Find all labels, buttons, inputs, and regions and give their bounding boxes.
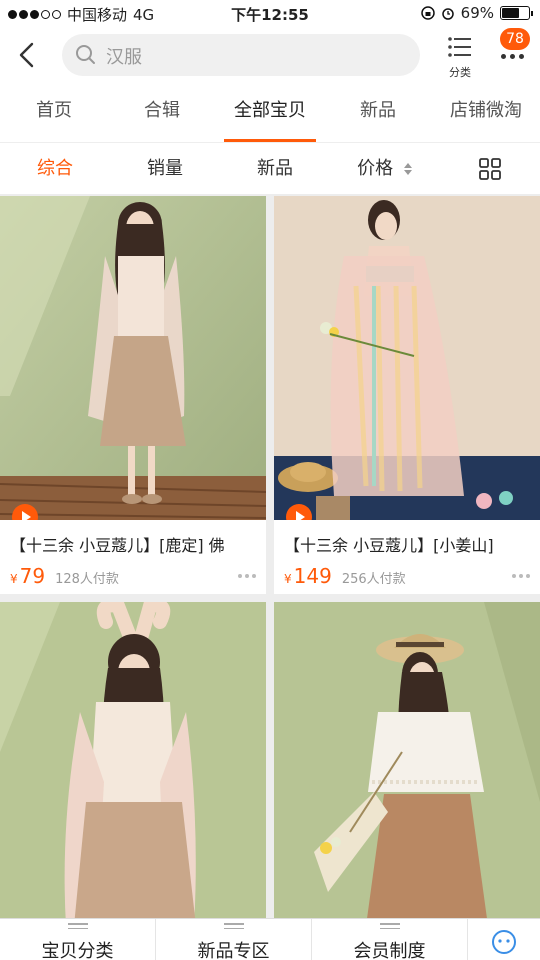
orientation-lock-icon (420, 6, 435, 20)
currency-symbol: ¥ (10, 572, 18, 586)
category-label: 分类 (449, 66, 471, 79)
search-placeholder: 汉服 (106, 47, 142, 68)
product-photo[interactable] (274, 196, 540, 520)
search-input[interactable]: 汉服 (62, 34, 420, 76)
payment-count: 128人付款 (55, 572, 119, 587)
product-card[interactable]: 【十三余 小豆蔻儿】[小姜山] ¥ 149 256人付款 (274, 196, 540, 594)
product-photo[interactable] (0, 196, 266, 520)
menu-handle-icon (68, 923, 88, 932)
menu-handle-icon (380, 923, 400, 932)
battery-icon (500, 6, 533, 20)
tab-all-items[interactable]: 全部宝贝 (216, 84, 324, 142)
membership-button[interactable]: 会员制度 (312, 919, 468, 960)
item-categories-button[interactable]: 宝贝分类 (0, 919, 156, 960)
new-arrivals-button[interactable]: 新品专区 (156, 919, 312, 960)
sort-newest[interactable]: 新品 (220, 143, 330, 194)
product-card[interactable]: 【十三余 小豆蔻儿】[鹿定] 佛 ¥ 79 128人付款 (0, 196, 266, 594)
category-button[interactable]: 分类 (440, 36, 480, 80)
alarm-icon (441, 8, 454, 20)
menu-handle-icon (224, 923, 244, 932)
tab-collections[interactable]: 合辑 (108, 84, 216, 142)
membership-label: 会员制度 (353, 941, 426, 960)
payment-count: 256人付款 (341, 572, 406, 587)
battery-percent: 69% (460, 4, 494, 22)
sort-price-label: 价格 (357, 158, 394, 179)
product-card[interactable] (274, 602, 540, 926)
list-menu-icon (448, 37, 471, 57)
bottom-store-menu: 宝贝分类 新品专区 会员制度 (0, 918, 540, 960)
product-price: 149 (293, 564, 332, 588)
more-options-icon[interactable] (512, 574, 530, 578)
product-title[interactable]: 【十三余 小豆蔻儿】[小姜山] (274, 520, 540, 556)
tab-new-items[interactable]: 新品 (324, 84, 432, 142)
currency-symbol: ¥ (284, 572, 292, 586)
tab-home[interactable]: 首页 (0, 84, 108, 142)
new-arrivals-label: 新品专区 (197, 941, 270, 960)
back-arrow-icon[interactable] (14, 40, 42, 70)
more-options-icon[interactable] (238, 574, 256, 578)
product-card[interactable] (0, 602, 266, 926)
grid-view-icon (479, 157, 501, 180)
sort-sales[interactable]: 销量 (110, 143, 220, 194)
product-photo[interactable] (0, 602, 266, 926)
product-title[interactable]: 【十三余 小豆蔻儿】[鹿定] 佛 (0, 520, 266, 556)
sort-arrows-icon (403, 163, 412, 175)
customer-service-button[interactable] (468, 919, 540, 960)
chat-bubble-icon (492, 930, 516, 954)
message-count-badge: 78 (500, 28, 530, 50)
more-menu-button[interactable]: 78 (492, 28, 536, 78)
layout-toggle-button[interactable] (440, 143, 540, 194)
status-bar: 中国移动 4G 下午12:55 69% (0, 0, 540, 28)
sort-bar: 综合 销量 新品 价格 (0, 142, 540, 194)
product-photo[interactable] (274, 602, 540, 926)
product-price: 79 (19, 564, 46, 588)
sort-comprehensive[interactable]: 综合 (0, 143, 110, 194)
store-tabs: 首页 合辑 全部宝贝 新品 店铺微淘 (0, 84, 540, 142)
item-categories-label: 宝贝分类 (41, 941, 114, 960)
more-dots-icon (501, 54, 524, 59)
search-icon (76, 45, 95, 64)
tab-store-feed[interactable]: 店铺微淘 (432, 84, 540, 142)
top-nav-bar: 汉服 分类 78 (0, 28, 540, 84)
sort-price[interactable]: 价格 (330, 143, 440, 194)
